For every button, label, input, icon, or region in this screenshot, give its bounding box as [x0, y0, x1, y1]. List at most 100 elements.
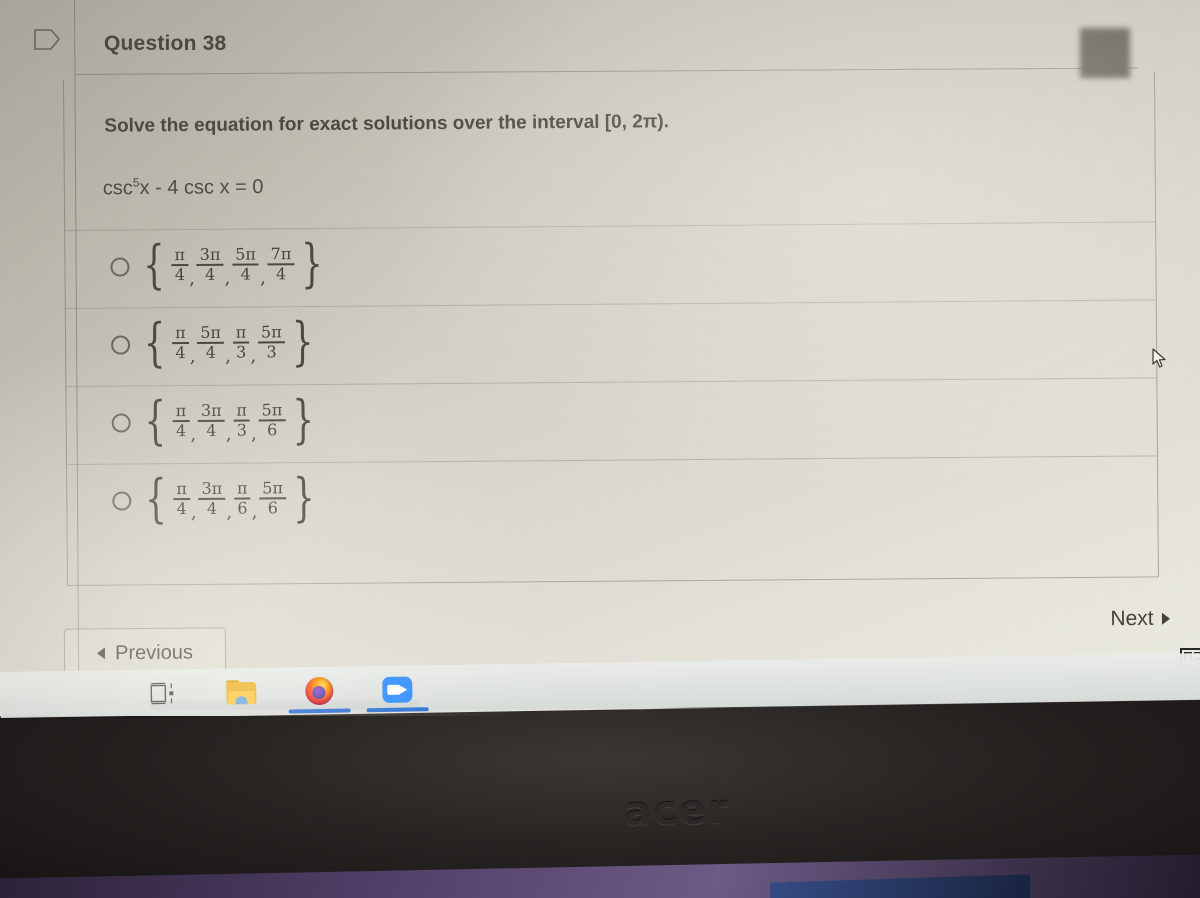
taskbar-item-task-view[interactable]: [140, 671, 187, 716]
fraction-numerator: 5π: [262, 478, 284, 498]
fraction-numerator: 5π: [260, 322, 282, 342]
fraction: 7π 4: [267, 244, 295, 284]
option-value-set: {π 4, 3π 4, 5π 4, 7π 4}: [137, 233, 328, 296]
fraction: 5π 4: [232, 244, 259, 284]
fraction: 5π 6: [258, 400, 286, 439]
fraction-denominator: 4: [206, 498, 218, 518]
fraction-denominator: 3: [236, 342, 247, 362]
taskbar-item-firefox[interactable]: [288, 669, 351, 714]
fraction-numerator: 3π: [200, 400, 222, 420]
fraction-numerator: 3π: [199, 244, 221, 264]
mouse-cursor: [1152, 348, 1168, 370]
fraction: 5π 4: [197, 322, 225, 362]
equation-base: csc: [102, 177, 133, 200]
fraction-denominator: 4: [206, 420, 217, 440]
fraction-denominator: 6: [237, 498, 248, 518]
radio-button[interactable]: [110, 257, 130, 277]
separator-comma: ,: [251, 423, 257, 445]
next-button-label: Next: [1110, 606, 1154, 631]
fraction: π4: [171, 245, 189, 285]
acer-logo: acer: [623, 786, 731, 836]
fraction-denominator: 4: [175, 343, 186, 363]
separator-comma: ,: [189, 345, 196, 368]
page-title: Question 38: [104, 32, 227, 55]
fraction: π4: [173, 479, 190, 519]
fraction-numerator: π: [235, 322, 247, 342]
answer-option-d[interactable]: {π 4, 3π 4, π 6, 5π 6}: [67, 463, 1158, 550]
chevron-left-icon: [97, 647, 106, 660]
taskbar-item-zoom[interactable]: [366, 667, 429, 713]
fraction: π3: [233, 400, 250, 440]
fraction: 3π 4: [196, 244, 224, 284]
next-button[interactable]: Next: [1088, 596, 1192, 643]
task-view-icon: [150, 682, 176, 705]
previous-button-label: Previous: [114, 641, 193, 664]
fraction: 5π 6: [259, 478, 287, 518]
question-prompt: Solve the equation for exact solutions o…: [104, 111, 670, 137]
laptop-photo: Question 38 Solve the equation for exact…: [0, 0, 1200, 898]
brace-close: }: [291, 390, 314, 451]
fraction: π6: [234, 478, 251, 518]
separator-comma: ,: [190, 501, 197, 524]
question-header: Question 38: [76, 6, 1136, 72]
quiz-page: Question 38 Solve the equation for exact…: [0, 0, 1200, 688]
brace-open: {: [143, 235, 165, 296]
option-value-set: {π 4, 5π 4, π 3, 5π 3}: [138, 312, 319, 374]
separator-comma: ,: [225, 345, 232, 367]
fraction-numerator: π: [176, 479, 187, 499]
file-explorer-icon: [226, 680, 257, 705]
taskbar-icons: [140, 667, 429, 716]
option-separator: [65, 221, 1156, 231]
radio-button[interactable]: [111, 335, 131, 355]
radio-button[interactable]: [112, 491, 132, 511]
separator-comma: ,: [259, 267, 266, 289]
firefox-icon: [305, 676, 334, 706]
separator-comma: ,: [224, 267, 231, 289]
brace-close: }: [291, 312, 314, 373]
option-value-set: {π 4, 3π 4, π 6, 5π 6}: [139, 468, 320, 529]
brace-open: {: [143, 313, 166, 374]
fraction: 3π 4: [198, 478, 226, 518]
radio-button[interactable]: [111, 413, 131, 433]
fraction-denominator: 4: [205, 342, 216, 362]
brace-close: }: [292, 468, 315, 529]
fraction-numerator: π: [236, 478, 248, 498]
fraction: π4: [172, 401, 190, 441]
separator-comma: ,: [190, 423, 197, 446]
question-card: Solve the equation for exact solutions o…: [63, 71, 1159, 586]
fraction-denominator: 3: [236, 420, 247, 440]
separator-comma: ,: [225, 423, 232, 445]
separator-comma: ,: [226, 501, 233, 523]
fraction-numerator: 5π: [235, 244, 256, 264]
laptop-screen: Question 38 Solve the equation for exact…: [0, 0, 1200, 716]
option-value-set: {π 4, 3π 4, π 3, 5π 6}: [138, 390, 319, 452]
fraction-denominator: 4: [275, 264, 287, 284]
fraction-numerator: π: [175, 323, 186, 343]
fraction-numerator: 5π: [200, 322, 222, 342]
fraction: π3: [232, 322, 250, 362]
brace-close: }: [300, 233, 323, 295]
zoom-icon: [382, 676, 413, 703]
fraction-numerator: π: [175, 401, 187, 421]
fraction-numerator: 5π: [261, 400, 283, 420]
fraction-denominator: 4: [176, 499, 187, 519]
fraction-numerator: 7π: [270, 244, 292, 264]
fraction-denominator: 4: [205, 264, 216, 284]
separator-comma: ,: [250, 345, 257, 367]
fraction-numerator: 3π: [201, 478, 223, 498]
fraction-denominator: 3: [266, 342, 277, 362]
fraction: π4: [172, 323, 189, 363]
fraction: 3π 4: [198, 400, 225, 440]
fraction-denominator: 4: [175, 421, 187, 441]
fraction-denominator: 6: [267, 498, 278, 518]
equation-rest: x - 4 csc x = 0: [139, 176, 264, 200]
taskbar-item-file-explorer[interactable]: [218, 670, 265, 715]
question-equation: csc5x - 4 csc x = 0: [103, 174, 264, 200]
separator-comma: ,: [251, 501, 258, 523]
fraction-numerator: π: [174, 245, 186, 265]
brace-open: {: [144, 391, 167, 452]
tag-icon: [33, 27, 61, 52]
fraction-numerator: π: [236, 400, 247, 420]
separator-comma: ,: [189, 267, 195, 290]
fraction-denominator: 4: [174, 265, 186, 285]
